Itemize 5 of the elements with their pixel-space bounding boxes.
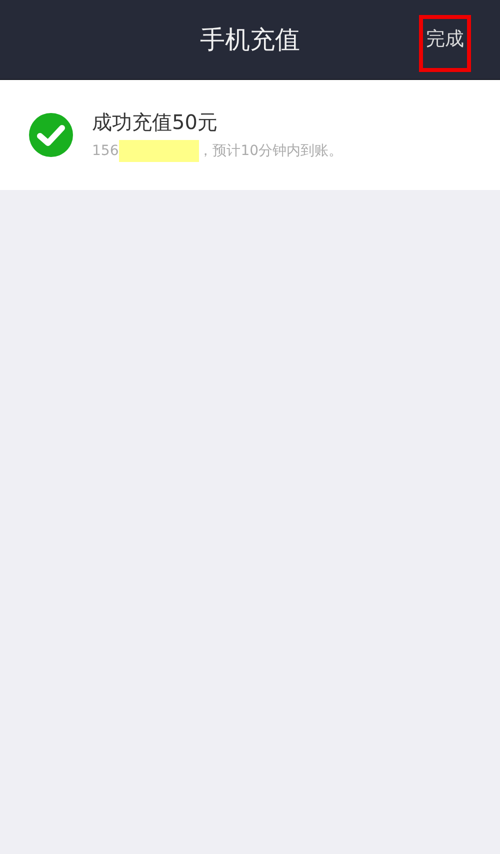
done-button[interactable]: 完成 bbox=[419, 15, 471, 72]
phone-number: 156 bbox=[92, 142, 119, 158]
page-title: 手机充值 bbox=[200, 24, 300, 56]
arrival-note: ，预计10分钟内到账。 bbox=[198, 142, 343, 160]
result-title: 成功充值50元 bbox=[92, 108, 218, 136]
